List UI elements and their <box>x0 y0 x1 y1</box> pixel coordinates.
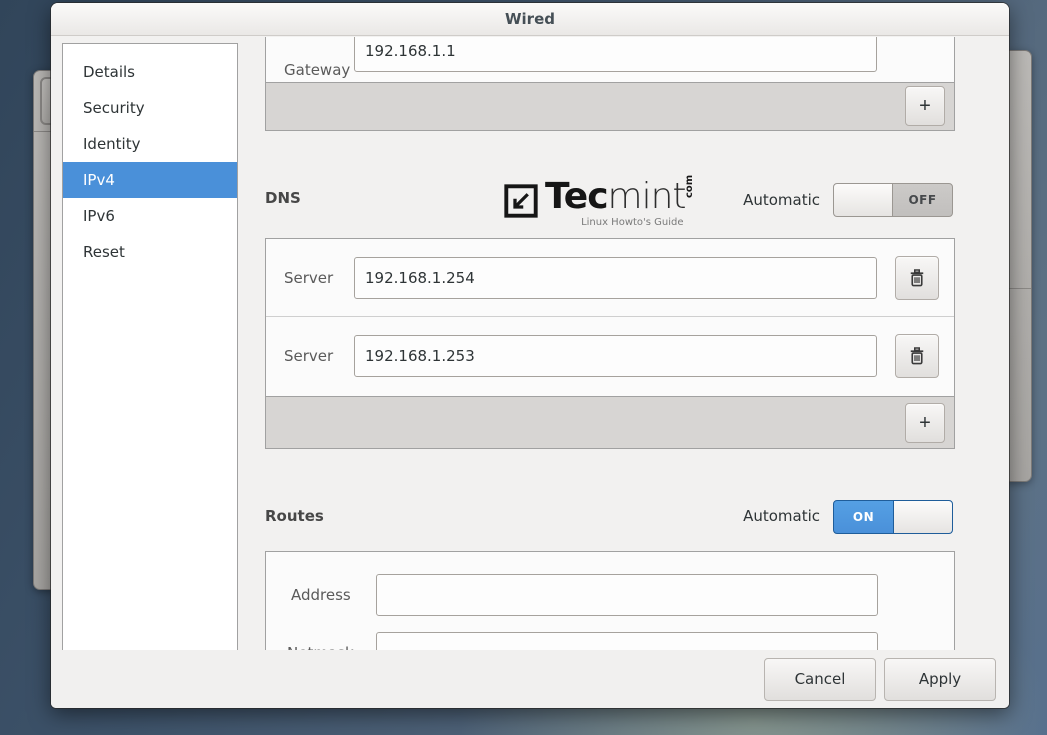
cancel-button[interactable]: Cancel <box>764 658 876 701</box>
dns-toolbar: + <box>266 396 954 449</box>
dns-server-input-2[interactable] <box>354 335 877 377</box>
route-address-input[interactable] <box>376 574 878 616</box>
addresses-toolbar: + <box>266 82 954 130</box>
gateway-label: Gateway <box>284 61 350 79</box>
add-dns-server-button[interactable]: + <box>905 403 945 443</box>
dns-automatic-label: Automatic <box>690 191 820 209</box>
wired-settings-dialog: Wired Details Security Identity IPv4 IPv… <box>51 3 1009 708</box>
trash-icon <box>907 268 927 288</box>
sidebar-item-identity[interactable]: Identity <box>63 126 237 162</box>
dialog-body: Details Security Identity IPv4 IPv6 Rese… <box>51 37 1009 650</box>
routes-group: Address Netmask <box>265 551 955 650</box>
sidebar-item-reset[interactable]: Reset <box>63 234 237 270</box>
address-label: Address <box>291 586 351 604</box>
switch-state-label: OFF <box>893 184 952 216</box>
tecmint-logo-icon <box>503 183 539 219</box>
trash-icon <box>907 346 927 366</box>
dns-server-row: Server <box>266 239 954 317</box>
server-label: Server <box>284 347 333 365</box>
addresses-group: Gateway + <box>265 37 955 131</box>
sidebar: Details Security Identity IPv4 IPv6 Rese… <box>62 43 238 650</box>
sidebar-item-ipv4[interactable]: IPv4 <box>63 162 237 198</box>
gateway-row: Gateway <box>266 37 954 82</box>
plus-icon: + <box>919 96 931 116</box>
background-window-right <box>1006 50 1032 482</box>
sidebar-item-ipv6[interactable]: IPv6 <box>63 198 237 234</box>
switch-handle <box>834 184 893 216</box>
sidebar-item-security[interactable]: Security <box>63 90 237 126</box>
routes-heading: Routes <box>265 507 324 525</box>
routes-automatic-label: Automatic <box>690 507 820 525</box>
server-label: Server <box>284 269 333 287</box>
apply-button[interactable]: Apply <box>884 658 996 701</box>
dns-server-input-1[interactable] <box>354 257 877 299</box>
delete-server-button-1[interactable] <box>895 256 939 300</box>
routes-automatic-switch[interactable]: ON <box>833 500 953 534</box>
ipv4-settings-panel: Gateway + DNS Te <box>265 37 955 650</box>
route-netmask-input[interactable] <box>376 632 878 650</box>
gateway-input[interactable] <box>354 37 877 72</box>
dns-automatic-switch[interactable]: OFF <box>833 183 953 217</box>
dialog-footer: Cancel Apply <box>51 650 1009 708</box>
tecmint-logo-text: Tec mint com Linux Howto's Guide <box>545 179 698 228</box>
dns-heading: DNS <box>265 189 301 207</box>
brand-tagline: Linux Howto's Guide <box>545 217 698 228</box>
delete-server-button-2[interactable] <box>895 334 939 378</box>
window-title: Wired <box>505 10 555 28</box>
dns-server-row: Server <box>266 317 954 395</box>
divider <box>1007 288 1031 289</box>
brand-bold: Tec <box>545 179 608 215</box>
tecmint-watermark: Tec mint com Linux Howto's Guide <box>503 179 698 228</box>
add-address-button[interactable]: + <box>905 86 945 126</box>
titlebar[interactable]: Wired <box>51 3 1009 36</box>
dns-servers-group: Server Server <box>265 238 955 449</box>
sidebar-item-details[interactable]: Details <box>63 54 237 90</box>
route-address-row: Address Netmask <box>266 552 954 650</box>
brand-light: mint <box>608 179 686 215</box>
plus-icon: + <box>919 413 931 433</box>
switch-handle <box>893 501 952 533</box>
switch-state-label: ON <box>834 501 893 533</box>
